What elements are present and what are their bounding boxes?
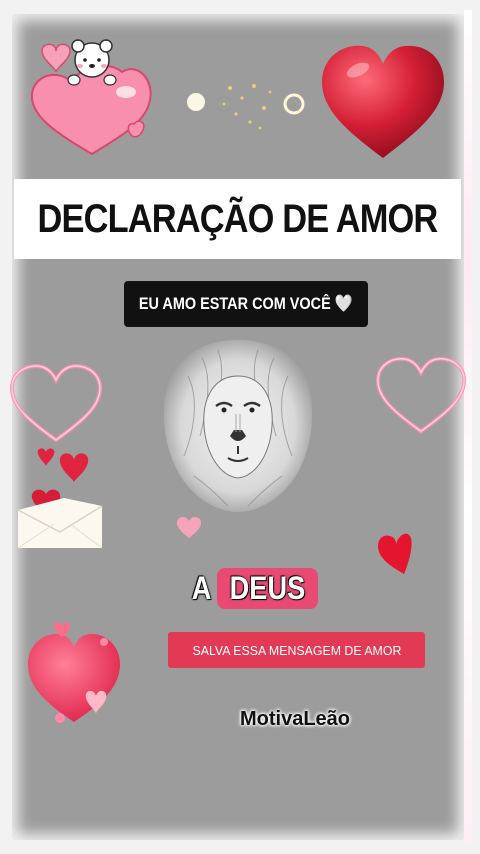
subtitle-text: EU AMO ESTAR COM VOCÊ 🤍 bbox=[139, 294, 353, 313]
page-title: DECLARAÇÃO DE AMOR bbox=[37, 196, 439, 241]
save-message-banner: SALVA ESSA MENSAGEM DE AMOR bbox=[168, 632, 425, 668]
envelope-hearts-icon bbox=[17, 448, 103, 549]
save-message-text: SALVA ESSA MENSAGEM DE AMOR bbox=[192, 642, 401, 658]
brand-watermark: MotivaLeão bbox=[240, 708, 351, 730]
pink-heart-cluster-icon bbox=[28, 622, 120, 723]
deus-prefix: A bbox=[191, 569, 212, 606]
deus-highlight: DEUS bbox=[217, 567, 319, 609]
small-heart-icon bbox=[378, 533, 412, 574]
deus-label: A DEUS bbox=[190, 562, 319, 614]
teddy-bear-heart-icon bbox=[30, 39, 152, 156]
outline-heart-icon bbox=[375, 356, 467, 434]
sparkle-icon bbox=[187, 84, 305, 130]
subtitle-pill: EU AMO ESTAR COM VOCÊ 🤍 bbox=[124, 281, 368, 327]
lion-image bbox=[163, 340, 313, 512]
outline-heart-icon bbox=[9, 363, 103, 443]
title-banner: DECLARAÇÃO DE AMOR bbox=[14, 179, 461, 259]
red-heart-icon bbox=[322, 45, 444, 159]
small-heart-icon bbox=[177, 517, 201, 538]
deus-word: DEUS bbox=[229, 569, 306, 606]
